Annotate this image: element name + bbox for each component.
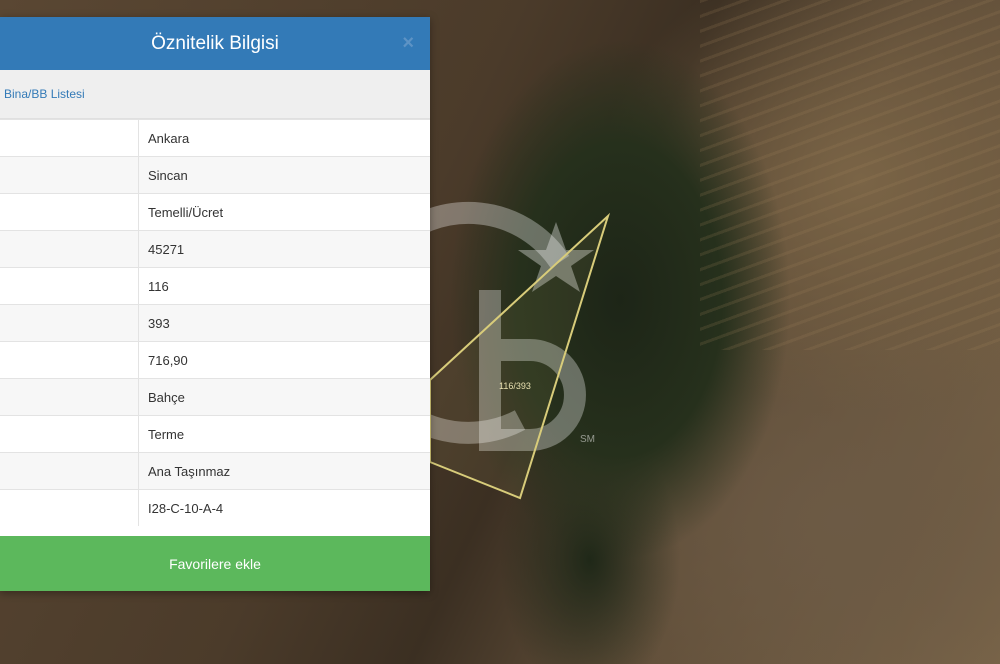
table-row: Ankara [0,119,430,157]
attribute-value: 116 [138,267,430,305]
parcel-outline[interactable] [429,212,611,500]
attribute-value: Terme [138,415,430,453]
attribute-info-dialog: Öznitelik Bilgisi × Bina/BB Listesi Anka… [0,17,430,591]
close-icon[interactable]: × [402,33,414,53]
watermark-sm-mark: SM [580,434,595,445]
attribute-table: Ankara Sincan Temelli/Ücret 45271 116 393 716,… [0,119,430,526]
attribute-label [0,489,139,526]
attribute-value: Sincan [138,156,430,194]
attribute-value: Temelli/Ücret [138,193,430,231]
table-row: 45271 [0,230,430,268]
attribute-value: I28-C-10-A-4 [138,489,430,526]
dialog-header: Öznitelik Bilgisi × [0,17,430,70]
building-list-link[interactable]: Bina/BB Listesi [4,87,85,101]
attribute-value: Ana Taşınmaz [138,452,430,490]
table-row: 716,90 [0,341,430,379]
attribute-label [0,193,139,231]
attribute-label [0,230,139,268]
attribute-value: Bahçe [138,378,430,416]
table-row: I28-C-10-A-4 [0,489,430,526]
table-row: 116 [0,267,430,305]
table-row: Sincan [0,156,430,194]
parcel-label: 116/393 [499,381,531,391]
attribute-label [0,267,139,305]
attribute-label [0,378,139,416]
table-row: Terme [0,415,430,453]
table-row: Ana Taşınmaz [0,452,430,490]
attribute-label [0,341,139,379]
table-row: 393 [0,304,430,342]
table-row: Temelli/Ücret [0,193,430,231]
dialog-title: Öznitelik Bilgisi [151,32,279,54]
add-to-favorites-button[interactable]: Favorilere ekle [0,536,430,591]
attribute-label [0,119,139,157]
attribute-label [0,452,139,490]
attribute-value: 716,90 [138,341,430,379]
attribute-value: Ankara [138,119,430,157]
attribute-value: 393 [138,304,430,342]
attribute-value: 45271 [138,230,430,268]
attribute-label [0,415,139,453]
attribute-label [0,304,139,342]
table-row: Bahçe [0,378,430,416]
list-link-bar: Bina/BB Listesi [0,70,430,119]
attribute-label [0,156,139,194]
